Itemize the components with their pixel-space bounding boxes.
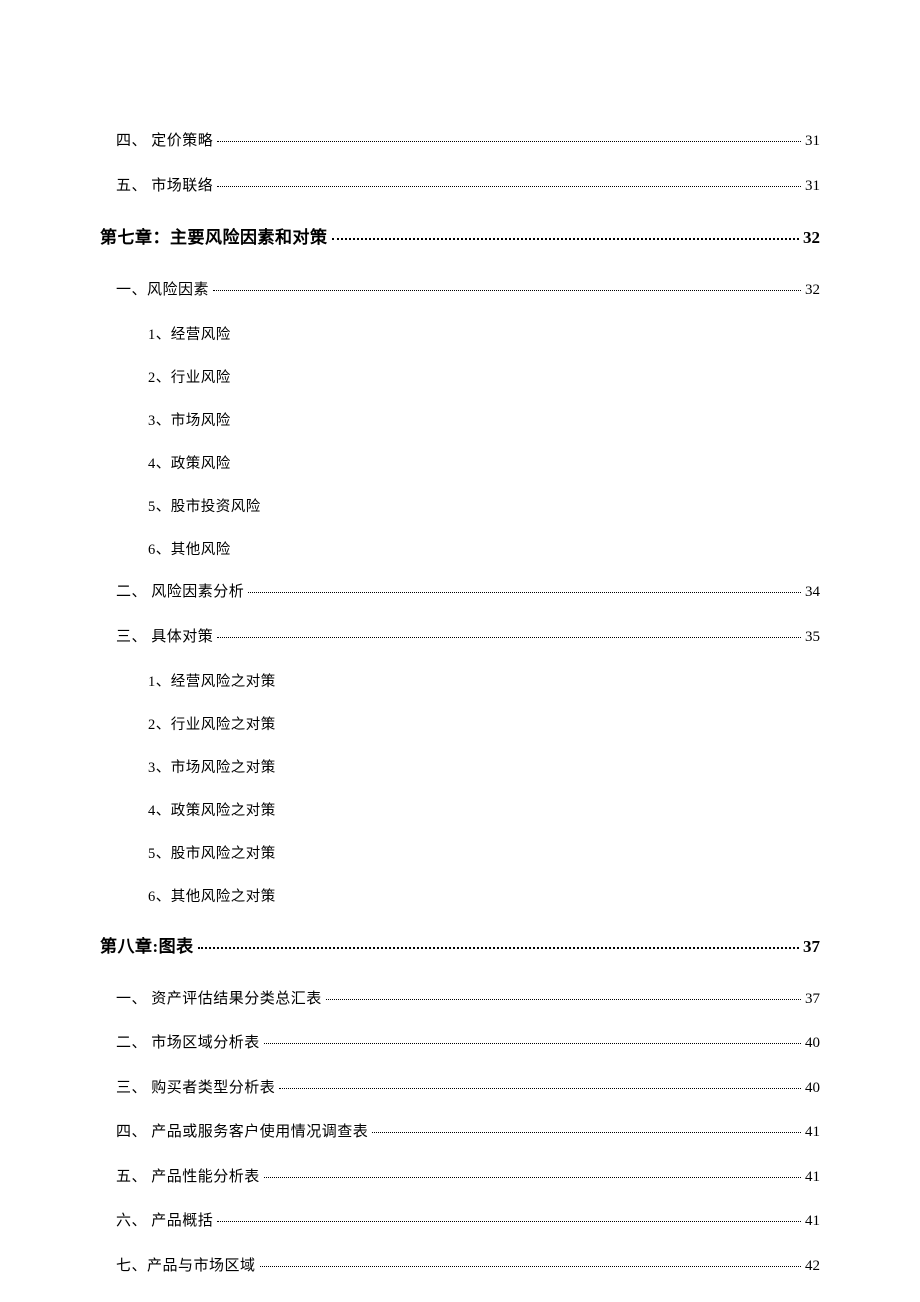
- toc-page-number: 40: [805, 1032, 820, 1055]
- toc-leader-dots: [326, 999, 801, 1000]
- toc-entry-label: 五、 市场联络: [116, 175, 213, 198]
- toc-entry-label: 三、 具体对策: [116, 626, 213, 649]
- toc-leader-dots: [217, 637, 801, 638]
- toc-sub-item: 5、股市投资风险: [100, 495, 820, 516]
- toc-leader-dots: [264, 1177, 801, 1178]
- toc-page-number: 41: [805, 1210, 820, 1233]
- toc-chapter-label: 第七章：主要风险因素和对策: [100, 225, 328, 251]
- toc-entry-label: 四、 定价策略: [116, 130, 213, 153]
- toc-entry: 三、 购买者类型分析表 40: [100, 1077, 820, 1100]
- toc-entry: 三、 具体对策 35: [100, 626, 820, 649]
- toc-sub-item: 6、其他风险之对策: [100, 885, 820, 906]
- toc-leader-dots: [260, 1266, 801, 1267]
- toc-entry: 五、 市场联络 31: [100, 175, 820, 198]
- toc-entry-label: 一、风险因素: [116, 279, 209, 302]
- toc-sub-item: 1、经营风险之对策: [100, 670, 820, 691]
- toc-page-number: 32: [805, 279, 820, 302]
- toc-entry: 一、 资产评估结果分类总汇表 37: [100, 988, 820, 1011]
- toc-page-number: 40: [805, 1077, 820, 1100]
- toc-chapter: 第八章:图表 37: [100, 934, 820, 960]
- toc-page-number: 41: [805, 1166, 820, 1189]
- toc-entry: 二、 市场区域分析表 40: [100, 1032, 820, 1055]
- toc-page-number: 35: [805, 626, 820, 649]
- toc-leader-dots: [248, 592, 801, 593]
- toc-sub-item: 5、股市风险之对策: [100, 842, 820, 863]
- toc-sub-item: 2、行业风险之对策: [100, 713, 820, 734]
- toc-sub-item: 3、市场风险: [100, 409, 820, 430]
- toc-entry: 一、风险因素 32: [100, 279, 820, 302]
- toc-chapter: 第七章：主要风险因素和对策 32: [100, 225, 820, 251]
- toc-leader-dots: [332, 238, 800, 240]
- toc-entry-label: 三、 购买者类型分析表: [116, 1077, 275, 1100]
- toc-page-number: 37: [805, 988, 820, 1011]
- toc-entry-label: 四、 产品或服务客户使用情况调查表: [116, 1121, 368, 1144]
- toc-leader-dots: [213, 290, 801, 291]
- toc-entry: 二、 风险因素分析 34: [100, 581, 820, 604]
- toc-entry-label: 七、产品与市场区域: [116, 1255, 256, 1278]
- toc-entry: 五、 产品性能分析表 41: [100, 1166, 820, 1189]
- toc-page-number: 41: [805, 1121, 820, 1144]
- toc-sub-item: 3、市场风险之对策: [100, 756, 820, 777]
- toc-page-number: 31: [805, 130, 820, 153]
- toc-entry-label: 二、 风险因素分析: [116, 581, 244, 604]
- toc-leader-dots: [217, 186, 801, 187]
- toc-leader-dots: [264, 1043, 801, 1044]
- toc-sub-item: 6、其他风险: [100, 538, 820, 559]
- toc-entry: 七、产品与市场区域 42: [100, 1255, 820, 1278]
- toc-page-number: 32: [803, 225, 820, 251]
- toc-entry: 四、 定价策略 31: [100, 130, 820, 153]
- toc-sub-item: 4、政策风险: [100, 452, 820, 473]
- toc-entry-label: 二、 市场区域分析表: [116, 1032, 260, 1055]
- toc-sub-item: 4、政策风险之对策: [100, 799, 820, 820]
- toc-entry-label: 五、 产品性能分析表: [116, 1166, 260, 1189]
- toc-sub-item: 1、经营风险: [100, 323, 820, 344]
- toc-entry-label: 六、 产品概括: [116, 1210, 213, 1233]
- toc-sub-item: 2、行业风险: [100, 366, 820, 387]
- toc-entry: 六、 产品概括 41: [100, 1210, 820, 1233]
- toc-page-number: 37: [803, 934, 820, 960]
- toc-page-number: 42: [805, 1255, 820, 1278]
- toc-chapter-label: 第八章:图表: [100, 934, 194, 960]
- toc-leader-dots: [279, 1088, 801, 1089]
- toc-page-number: 31: [805, 175, 820, 198]
- toc-leader-dots: [217, 1221, 801, 1222]
- toc-entry-label: 一、 资产评估结果分类总汇表: [116, 988, 322, 1011]
- toc-entry: 四、 产品或服务客户使用情况调查表 41: [100, 1121, 820, 1144]
- toc-leader-dots: [372, 1132, 801, 1133]
- table-of-contents: 四、 定价策略 31 五、 市场联络 31 第七章：主要风险因素和对策 32 一、风险因素 3…: [100, 130, 820, 1277]
- toc-leader-dots: [217, 141, 801, 142]
- toc-leader-dots: [198, 947, 799, 949]
- toc-page-number: 34: [805, 581, 820, 604]
